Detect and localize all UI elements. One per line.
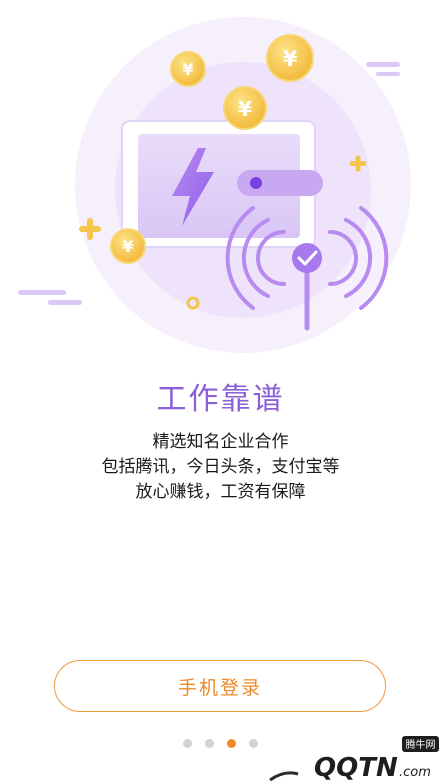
description-line: 精选知名企业合作 bbox=[152, 432, 289, 452]
page-dot[interactable] bbox=[183, 739, 192, 748]
svg-text:¥: ¥ bbox=[122, 237, 133, 256]
svg-text:¥: ¥ bbox=[283, 47, 298, 71]
watermark-logo: QQTN .com 腾牛网 bbox=[258, 736, 439, 783]
svg-text:¥: ¥ bbox=[182, 60, 193, 79]
left-bars-decoration bbox=[18, 290, 82, 305]
page-dot[interactable] bbox=[205, 739, 214, 748]
wallet-illustration: ¥ ¥ ¥ ¥ bbox=[18, 17, 411, 353]
svg-text:腾牛网: 腾牛网 bbox=[406, 738, 436, 751]
check-icon bbox=[292, 243, 322, 273]
coin-icon: ¥ bbox=[170, 51, 206, 87]
coin-icon: ¥ bbox=[110, 228, 146, 264]
svg-text:QQTN: QQTN bbox=[314, 753, 398, 783]
description: 精选知名企业合作 包括腾讯，今日头条，支付宝等 放心赚钱，工资有保障 bbox=[0, 430, 441, 505]
description-line: 包括腾讯，今日头条，支付宝等 bbox=[101, 457, 340, 477]
right-bars-decoration bbox=[366, 62, 400, 76]
coin-icon: ¥ bbox=[266, 34, 314, 82]
svg-text:.com: .com bbox=[399, 765, 431, 780]
phone-login-button[interactable]: 手机登录 bbox=[54, 660, 386, 712]
coin-icon: ¥ bbox=[223, 86, 267, 130]
page-indicator bbox=[183, 739, 258, 748]
page-dot-active[interactable] bbox=[227, 739, 236, 748]
wallet-icon bbox=[121, 120, 323, 248]
svg-text:¥: ¥ bbox=[238, 97, 252, 121]
page-title: 工作靠谱 bbox=[156, 382, 285, 417]
description-line: 放心赚钱，工资有保障 bbox=[135, 482, 306, 502]
